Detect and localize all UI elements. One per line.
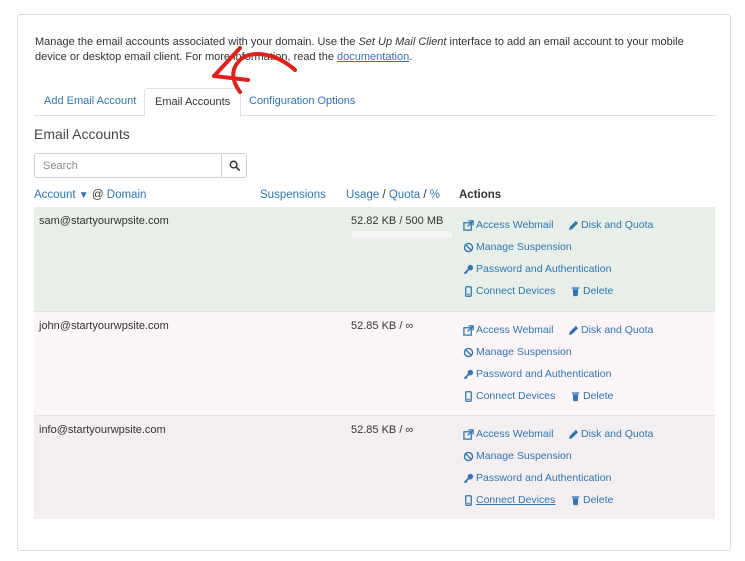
key-icon — [463, 264, 474, 275]
sort-usage-link[interactable]: Usage — [346, 189, 379, 201]
header-at: @ — [91, 189, 104, 201]
sort-domain-link[interactable]: Domain — [107, 189, 147, 201]
trash-icon — [571, 392, 580, 402]
search-input[interactable] — [34, 153, 222, 178]
connect-devices-label: Connect Devices — [476, 494, 556, 506]
trash-icon — [571, 496, 580, 506]
disk-and-quota-label: Disk and Quota — [581, 324, 654, 336]
manage-suspension-label: Manage Suspension — [476, 450, 572, 462]
external-link-icon — [463, 429, 474, 440]
documentation-link[interactable]: documentation — [337, 51, 409, 63]
access-webmail-label: Access Webmail — [476, 324, 554, 336]
table-row: info@startyourwpsite.com 52.85 KB / ∞ Ac… — [34, 415, 715, 519]
sort-suspensions-link[interactable]: Suspensions — [260, 189, 326, 201]
table-header: Account ▼ @ Domain Suspensions Usage / Q… — [34, 187, 715, 205]
sort-desc-icon: ▼ — [78, 190, 89, 201]
account-email: sam@startyourwpsite.com — [39, 215, 169, 227]
key-icon — [463, 369, 474, 380]
delete-label: Delete — [583, 285, 614, 297]
pencil-icon — [568, 220, 579, 231]
mobile-icon — [465, 391, 472, 402]
manage-suspension-label: Manage Suspension — [476, 346, 572, 358]
external-link-icon — [463, 325, 474, 336]
header-actions: Actions — [459, 189, 502, 201]
sort-percent-link[interactable]: % — [430, 189, 440, 201]
ban-icon — [463, 451, 474, 462]
password-authentication-label: Password and Authentication — [476, 368, 612, 380]
delete-label: Delete — [583, 390, 614, 402]
header-usage-quota: Usage / Quota / % — [346, 187, 440, 203]
table-row: sam@startyourwpsite.com 52.82 KB / 500 M… — [34, 207, 715, 311]
manage-suspension-label: Manage Suspension — [476, 241, 572, 253]
password-authentication-label: Password and Authentication — [476, 472, 612, 484]
key-icon — [463, 473, 474, 484]
disk-and-quota-label: Disk and Quota — [581, 219, 654, 231]
header-slash-1: / — [382, 189, 386, 201]
access-webmail-label: Access Webmail — [476, 219, 554, 231]
mobile-icon — [465, 495, 472, 506]
table-row: john@startyourwpsite.com 52.85 KB / ∞ Ac… — [34, 311, 715, 415]
search-group — [34, 153, 247, 178]
section-title: Email Accounts — [34, 126, 130, 142]
sort-account-link[interactable]: Account — [34, 189, 76, 201]
intro-text-after: . — [409, 51, 413, 63]
header-account-domain: Account ▼ @ Domain — [34, 187, 146, 204]
password-authentication-label: Password and Authentication — [476, 263, 612, 275]
tab-email-accounts[interactable]: Email Accounts — [144, 88, 242, 117]
disk-and-quota-label: Disk and Quota — [581, 428, 654, 440]
usage-quota: 52.85 KB / ∞ — [351, 424, 414, 436]
header-suspensions: Suspensions — [260, 187, 326, 203]
intro-text-before: Manage the email accounts associated wit… — [35, 36, 359, 48]
external-link-icon — [463, 220, 474, 231]
set-up-mail-client-name: Set Up Mail Client — [358, 36, 447, 48]
usage-quota: 52.82 KB / 500 MB — [351, 215, 444, 227]
usage-progress-bar — [351, 230, 453, 239]
ban-icon — [463, 347, 474, 358]
intro-text: Manage the email accounts associated wit… — [35, 35, 715, 65]
connect-devices-label: Connect Devices — [476, 285, 556, 297]
mobile-icon — [465, 286, 472, 297]
tab-configuration-options[interactable]: Configuration Options — [239, 88, 365, 116]
header-slash-2: / — [423, 189, 427, 201]
pencil-icon — [568, 429, 579, 440]
account-email: john@startyourwpsite.com — [39, 320, 169, 332]
ban-icon — [463, 242, 474, 253]
search-icon — [229, 160, 240, 171]
sort-quota-link[interactable]: Quota — [389, 189, 420, 201]
tab-add-email-account[interactable]: Add Email Account — [34, 88, 146, 116]
trash-icon — [571, 287, 580, 297]
tab-bar: Add Email Account Email Accounts Configu… — [34, 88, 715, 117]
usage-quota: 52.85 KB / ∞ — [351, 320, 414, 332]
access-webmail-label: Access Webmail — [476, 428, 554, 440]
pencil-icon — [568, 325, 579, 336]
delete-label: Delete — [583, 494, 614, 506]
email-accounts-panel: Manage the email accounts associated wit… — [17, 14, 731, 551]
connect-devices-label: Connect Devices — [476, 390, 556, 402]
account-email: info@startyourwpsite.com — [39, 424, 166, 436]
search-button[interactable] — [221, 153, 247, 178]
